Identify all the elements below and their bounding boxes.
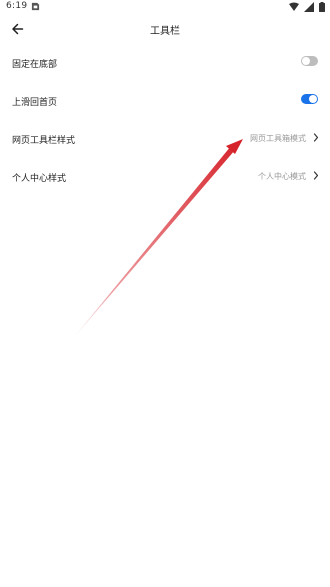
setting-row-personal-center-style[interactable]: 个人中心样式 个人中心模式 [0,158,330,196]
setting-label: 固定在底部 [12,60,58,70]
setting-label: 网页工具栏样式 [12,136,76,146]
status-icons [288,2,325,12]
fixed-bottom-toggle[interactable] [301,56,318,66]
setting-row-fixed-bottom[interactable]: 固定在底部 [0,44,330,82]
wifi-icon [288,2,299,11]
setting-label: 个人中心样式 [12,174,67,184]
swipe-home-toggle[interactable] [301,94,318,104]
battery-icon [319,2,325,12]
status-bar: 6:19 [0,0,330,14]
chevron-right-icon [313,171,319,180]
status-time: 6:19 [6,1,28,11]
setting-label: 上滑回首页 [12,98,58,108]
chevron-right-icon [313,133,319,142]
toggle-knob [302,57,310,65]
cell-signal-icon [303,2,314,12]
sim-card-icon [31,2,40,11]
toggle-knob [309,95,317,103]
setting-value: 个人中心模式 [258,172,306,181]
setting-row-swipe-home[interactable]: 上滑回首页 [0,82,330,120]
setting-value: 网页工具箱模式 [250,134,306,143]
setting-row-webpage-toolbar-style[interactable]: 网页工具栏样式 网页工具箱模式 [0,120,330,158]
toolbar-header: 工具栏 [0,14,330,44]
page-title: 工具栏 [150,26,180,37]
